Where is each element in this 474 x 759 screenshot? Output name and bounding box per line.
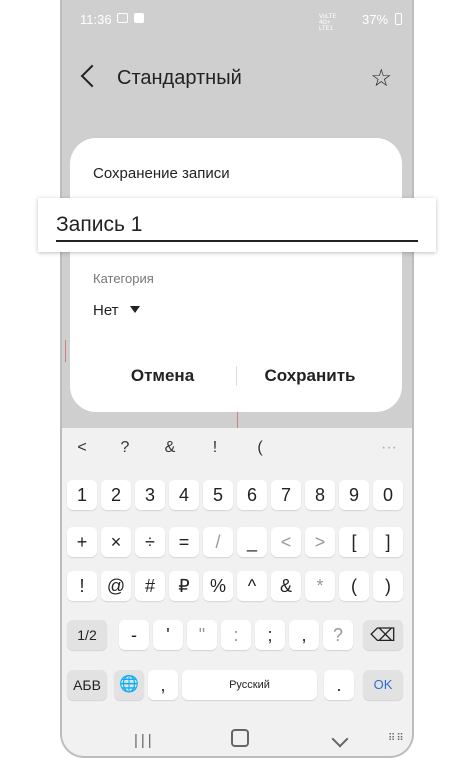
key-ampersand[interactable]: &	[271, 571, 301, 601]
status-time: 11:36	[80, 12, 112, 27]
key-8[interactable]: 8	[305, 480, 335, 510]
key-9[interactable]: 9	[339, 480, 369, 510]
key-multiply[interactable]: ×	[101, 527, 131, 557]
key-slash[interactable]: /	[203, 527, 233, 557]
key-caret[interactable]: ^	[237, 571, 267, 601]
star-icon[interactable]: ☆	[370, 64, 392, 93]
nav-back-icon[interactable]	[331, 730, 349, 748]
key-ruble[interactable]: ₽	[169, 571, 199, 601]
toolbar-key-exclaim[interactable]: !	[200, 439, 230, 457]
key-close-bracket[interactable]: ]	[373, 527, 403, 557]
space-bar[interactable]: Русский	[182, 670, 317, 700]
key-2[interactable]: 2	[101, 480, 131, 510]
check-notification-icon	[134, 13, 144, 23]
key-plus[interactable]: +	[67, 527, 97, 557]
dropdown-arrow-icon[interactable]	[130, 306, 140, 313]
keyboard-toolbar: < ? & ! ( ···	[62, 428, 412, 472]
battery-percent: 37%	[362, 12, 389, 27]
key-asterisk[interactable]: *	[305, 571, 335, 601]
key-period[interactable]: .	[324, 670, 354, 700]
key-comma-sym[interactable]: ,	[289, 620, 319, 650]
app-title: Стандартный	[117, 67, 242, 89]
toolbar-key-paren[interactable]: (	[245, 439, 275, 457]
keyboard-collapse-key[interactable]: <	[67, 439, 97, 457]
key-less-than[interactable]: <	[271, 527, 301, 557]
key-apostrophe[interactable]: '	[153, 620, 183, 650]
toolbar-more-icon[interactable]: ···	[374, 439, 404, 457]
status-bar: 11:36 VoLTE 4G+ LTE1 37%	[62, 0, 412, 40]
key-3[interactable]: 3	[135, 480, 165, 510]
key-divide[interactable]: ÷	[135, 527, 165, 557]
backspace-icon[interactable]: ⌫	[363, 620, 403, 650]
key-open-paren[interactable]: (	[339, 571, 369, 601]
key-close-paren[interactable]: )	[373, 571, 403, 601]
name-input-highlight	[38, 198, 436, 252]
network-indicator: VoLTE 4G+ LTE1	[319, 14, 337, 32]
category-dropdown[interactable]: Нет	[93, 302, 119, 319]
recent-apps-icon[interactable]: |||	[134, 732, 155, 749]
back-arrow-icon[interactable]	[80, 64, 104, 88]
app-header: Стандартный ☆	[62, 62, 412, 98]
key-exclaim[interactable]: !	[67, 571, 97, 601]
key-quote[interactable]: "	[187, 620, 217, 650]
button-divider	[236, 366, 237, 386]
key-at[interactable]: @	[101, 571, 131, 601]
key-underscore[interactable]: _	[237, 527, 267, 557]
ok-key[interactable]: OK	[363, 670, 403, 700]
save-record-dialog: Сохранение записи Категория Нет Отмена С…	[70, 138, 402, 412]
key-percent[interactable]: %	[203, 571, 233, 601]
key-6[interactable]: 6	[237, 480, 267, 510]
key-hyphen[interactable]: -	[119, 620, 149, 650]
key-1[interactable]: 1	[67, 480, 97, 510]
divider-marker	[237, 412, 238, 428]
key-comma[interactable]: ,	[148, 670, 178, 700]
key-5[interactable]: 5	[203, 480, 233, 510]
key-language[interactable]: АБВ	[67, 670, 107, 700]
image-notification-icon	[117, 13, 128, 23]
key-colon[interactable]: :	[221, 620, 251, 650]
category-label: Категория	[93, 271, 154, 286]
key-equals[interactable]: =	[169, 527, 199, 557]
globe-icon[interactable]: 🌐	[114, 670, 144, 700]
keyboard-switch-icon[interactable]: ⠿⠿	[388, 733, 405, 744]
cancel-button[interactable]: Отмена	[110, 366, 215, 386]
key-semicolon[interactable]: ;	[255, 620, 285, 650]
key-hash[interactable]: #	[135, 571, 165, 601]
keyboard: < ? & ! ( ··· 1 2 3 4 5 6 7 8 9 0 + × ÷ …	[62, 428, 412, 724]
key-greater-than[interactable]: >	[305, 527, 335, 557]
record-name-input[interactable]	[56, 210, 418, 242]
key-open-bracket[interactable]: [	[339, 527, 369, 557]
key-0[interactable]: 0	[373, 480, 403, 510]
home-icon[interactable]	[231, 729, 249, 747]
key-page-toggle[interactable]: 1/2	[67, 620, 107, 650]
key-4[interactable]: 4	[169, 480, 199, 510]
key-7[interactable]: 7	[271, 480, 301, 510]
toolbar-key-ampersand[interactable]: &	[155, 439, 185, 457]
dialog-title: Сохранение записи	[93, 165, 230, 182]
key-question[interactable]: ?	[323, 620, 353, 650]
save-button[interactable]: Сохранить	[250, 366, 370, 386]
toolbar-key-question[interactable]: ?	[110, 439, 140, 457]
battery-icon	[395, 13, 402, 25]
navigation-bar: ||| ⠿⠿	[62, 724, 412, 756]
